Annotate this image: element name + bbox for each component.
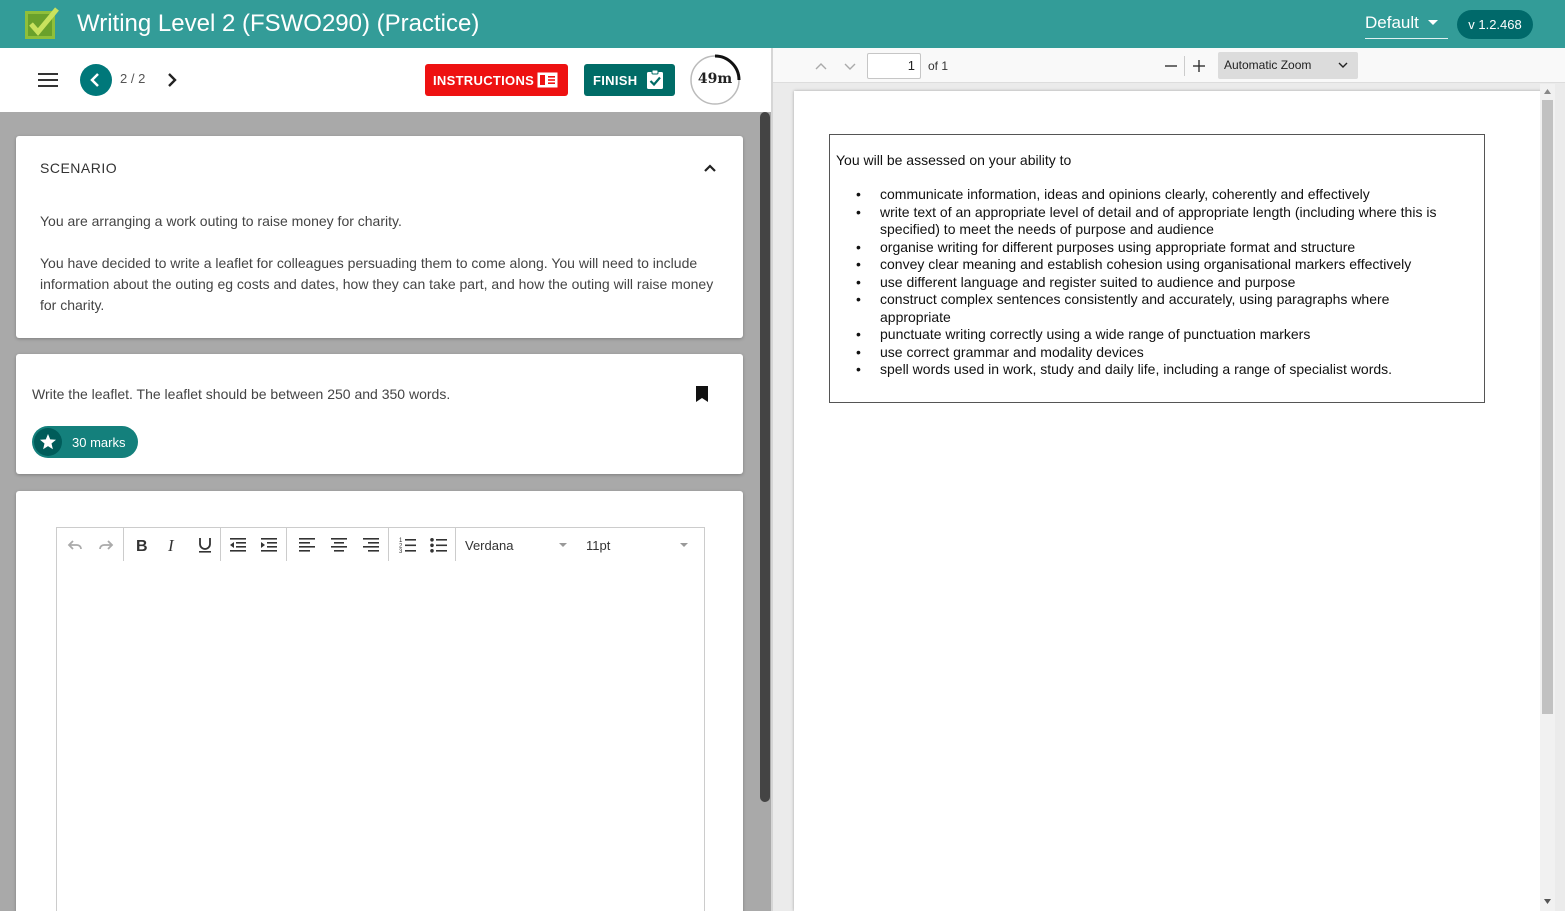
font-size-select[interactable]: 11pt xyxy=(576,528,704,561)
zoom-in-icon[interactable] xyxy=(1191,58,1207,74)
previous-question-button[interactable] xyxy=(80,64,112,96)
font-family-value: Verdana xyxy=(465,538,514,553)
zoom-out-icon[interactable] xyxy=(1163,58,1179,74)
marks-badge: 30 marks xyxy=(32,426,138,458)
finish-label: FINISH xyxy=(593,73,638,88)
clipboard-check-icon xyxy=(647,69,663,89)
answer-editor[interactable] xyxy=(56,561,705,911)
align-right-icon[interactable] xyxy=(361,535,381,555)
version-badge[interactable]: v 1.2.468 xyxy=(1457,10,1533,39)
criteria-item: organise writing for different purposes … xyxy=(836,239,1464,257)
question-scrollbar[interactable] xyxy=(759,112,771,911)
list-group: 1 2 3 xyxy=(389,528,456,561)
font-family-select[interactable]: Verdana xyxy=(456,528,576,561)
zoom-select[interactable]: Automatic Zoom xyxy=(1218,52,1358,79)
bold-icon[interactable]: B xyxy=(131,535,151,555)
outdent-icon[interactable] xyxy=(228,535,248,555)
criteria-intro: You will be assessed on your ability to xyxy=(836,152,1072,168)
theme-dropdown-value: Default xyxy=(1365,13,1419,32)
pdf-scrollbar[interactable] xyxy=(1540,84,1555,911)
timer-label: 49m xyxy=(697,71,733,87)
scenario-title: SCENARIO xyxy=(40,160,118,176)
criteria-item: punctuate writing correctly using a wide… xyxy=(836,326,1464,344)
undo-icon[interactable] xyxy=(65,535,85,555)
scenario-paragraph: You are arranging a work outing to raise… xyxy=(40,213,402,229)
finish-button[interactable]: FINISH xyxy=(584,64,675,96)
star-icon xyxy=(34,428,62,456)
italic-icon[interactable]: I xyxy=(163,535,183,555)
zoom-value: Automatic Zoom xyxy=(1224,58,1312,72)
next-page-icon[interactable] xyxy=(842,58,858,74)
assessment-criteria-box: You will be assessed on your ability to … xyxy=(829,134,1485,403)
pdf-page: You will be assessed on your ability to … xyxy=(794,91,1549,911)
task-card: Write the leaflet. The leaflet should be… xyxy=(16,354,743,474)
indent-icon[interactable] xyxy=(259,535,279,555)
chevron-down-icon xyxy=(1338,62,1348,68)
pdf-toolbar: 1 of 1 Automatic Zoom xyxy=(773,48,1565,83)
chevron-down-icon xyxy=(1428,20,1438,25)
align-center-icon[interactable] xyxy=(329,535,349,555)
numbered-list-icon[interactable]: 1 2 3 xyxy=(398,535,418,555)
page-number-input[interactable]: 1 xyxy=(867,53,921,79)
scrollbar-thumb[interactable] xyxy=(760,112,770,802)
question-toolbar: 2 / 2 INSTRUCTIONS FINISH 49m xyxy=(0,48,771,112)
indent-group xyxy=(221,528,287,561)
page-total: of 1 xyxy=(928,59,949,73)
criteria-item: construct complex sentences consistently… xyxy=(836,291,1464,326)
scenario-card: SCENARIO You are arranging a work outing… xyxy=(16,136,743,338)
scenario-paragraph: You have decided to write a leaflet for … xyxy=(40,255,714,313)
marks-label: 30 marks xyxy=(72,435,126,450)
app-title: Writing Level 2 (FSWO290) (Practice) xyxy=(77,10,480,37)
scroll-down-icon[interactable] xyxy=(1543,897,1552,906)
menu-icon[interactable] xyxy=(38,72,58,88)
font-size-value: 11pt xyxy=(586,538,611,553)
svg-text:B: B xyxy=(136,538,148,555)
scrollbar-thumb[interactable] xyxy=(1542,100,1553,714)
question-pane: 2 / 2 INSTRUCTIONS FINISH 49m SCENARIO Y… xyxy=(0,48,771,911)
criteria-item: use correct grammar and modality devices xyxy=(836,344,1464,362)
chevron-left-icon xyxy=(90,73,99,87)
next-question-button[interactable] xyxy=(164,72,180,88)
criteria-item: write text of an appropriate level of de… xyxy=(836,204,1464,239)
previous-page-icon[interactable] xyxy=(813,58,829,74)
format-group: B I xyxy=(124,528,221,561)
toolbar-divider xyxy=(1184,56,1185,76)
page-counter: 2 / 2 xyxy=(120,71,146,86)
criteria-item: spell words used in work, study and dail… xyxy=(836,361,1464,379)
svg-text:I: I xyxy=(167,536,175,555)
theme-dropdown[interactable]: Default xyxy=(1365,12,1448,39)
chevron-up-icon[interactable] xyxy=(703,161,717,175)
pdf-viewer: 1 of 1 Automatic Zoom You will be assess… xyxy=(771,48,1565,911)
bookmark-icon[interactable] xyxy=(695,385,709,403)
logo-icon xyxy=(25,7,59,39)
scroll-up-icon[interactable] xyxy=(1543,87,1552,96)
align-left-icon[interactable] xyxy=(297,535,317,555)
criteria-list: communicate information, ideas and opini… xyxy=(836,186,1464,379)
history-group xyxy=(57,528,124,561)
criteria-item: convey clear meaning and establish cohes… xyxy=(836,256,1464,274)
align-group xyxy=(287,528,389,561)
svg-text:3: 3 xyxy=(399,549,403,555)
instructions-label: INSTRUCTIONS xyxy=(433,73,535,88)
chevron-down-icon xyxy=(680,543,688,547)
instructions-button[interactable]: INSTRUCTIONS xyxy=(425,64,568,96)
task-text: Write the leaflet. The leaflet should be… xyxy=(32,386,451,402)
criteria-item: use different language and register suit… xyxy=(836,274,1464,292)
app-header: Writing Level 2 (FSWO290) (Practice) Def… xyxy=(0,0,1565,48)
redo-icon[interactable] xyxy=(96,535,116,555)
chevron-down-icon xyxy=(559,543,567,547)
book-icon xyxy=(537,72,558,88)
underline-icon[interactable] xyxy=(195,535,215,555)
answer-card: B I 1 2 3 Verdana 11pt xyxy=(16,491,743,911)
editor-toolbar: B I 1 2 3 Verdana 11pt xyxy=(56,527,705,562)
criteria-item: communicate information, ideas and opini… xyxy=(836,186,1464,204)
bulleted-list-icon[interactable] xyxy=(429,535,449,555)
